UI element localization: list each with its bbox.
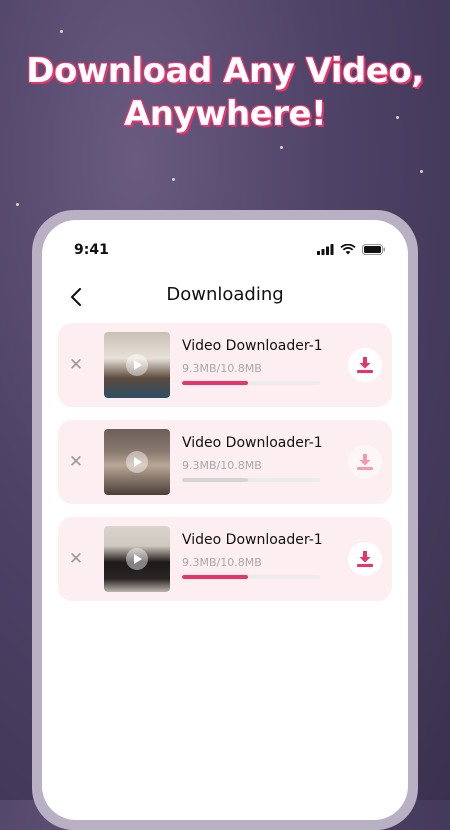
- video-size: 9.3MB/10.8MB: [182, 556, 262, 569]
- download-button[interactable]: [348, 445, 382, 479]
- video-name: Video Downloader-1: [182, 532, 323, 548]
- remove-button[interactable]: ✕: [68, 547, 84, 571]
- status-bar: 9:41: [74, 242, 386, 258]
- download-item[interactable]: ✕ Video Downloader-1 9.3MB/10.8MB: [58, 420, 392, 504]
- download-icon: [357, 454, 373, 470]
- play-icon[interactable]: [126, 451, 148, 473]
- progress-bar: [182, 381, 320, 385]
- download-icon: [357, 357, 373, 373]
- progress-bar: [182, 478, 320, 482]
- status-time: 9:41: [74, 242, 109, 258]
- progress-fill: [182, 381, 249, 385]
- progress-bar: [182, 575, 320, 579]
- video-name: Video Downloader-1: [182, 338, 323, 354]
- video-thumbnail[interactable]: [104, 526, 170, 592]
- page-title: Downloading: [166, 284, 284, 305]
- video-thumbnail[interactable]: [104, 332, 170, 398]
- download-button[interactable]: [348, 542, 382, 576]
- remove-button[interactable]: ✕: [68, 353, 84, 377]
- phone-frame: 9:41 Downloading ✕ Video Downloader-1 9.…: [32, 210, 418, 830]
- promo-headline: Download Any Video, Anywhere!: [0, 50, 450, 136]
- progress-fill: [182, 478, 249, 482]
- phone-screen: 9:41 Downloading ✕ Video Downloader-1 9.…: [42, 220, 408, 820]
- battery-icon: [362, 244, 385, 255]
- headline-line-1: Download Any Video,: [26, 51, 424, 91]
- headline-line-2: Anywhere!: [123, 94, 327, 134]
- download-button[interactable]: [348, 348, 382, 382]
- play-icon[interactable]: [126, 354, 148, 376]
- wifi-icon: [340, 244, 356, 255]
- video-size: 9.3MB/10.8MB: [182, 459, 262, 472]
- download-icon: [357, 551, 373, 567]
- download-item[interactable]: ✕ Video Downloader-1 9.3MB/10.8MB: [58, 517, 392, 601]
- nav-bar: Downloading: [42, 282, 408, 312]
- video-size: 9.3MB/10.8MB: [182, 362, 262, 375]
- download-list: ✕ Video Downloader-1 9.3MB/10.8MB ✕ Vide…: [58, 323, 392, 614]
- video-name: Video Downloader-1: [182, 435, 323, 451]
- remove-button[interactable]: ✕: [68, 450, 84, 474]
- progress-fill: [182, 575, 249, 579]
- play-icon[interactable]: [126, 548, 148, 570]
- signal-icon: [317, 244, 334, 255]
- download-item[interactable]: ✕ Video Downloader-1 9.3MB/10.8MB: [58, 323, 392, 407]
- video-thumbnail[interactable]: [104, 429, 170, 495]
